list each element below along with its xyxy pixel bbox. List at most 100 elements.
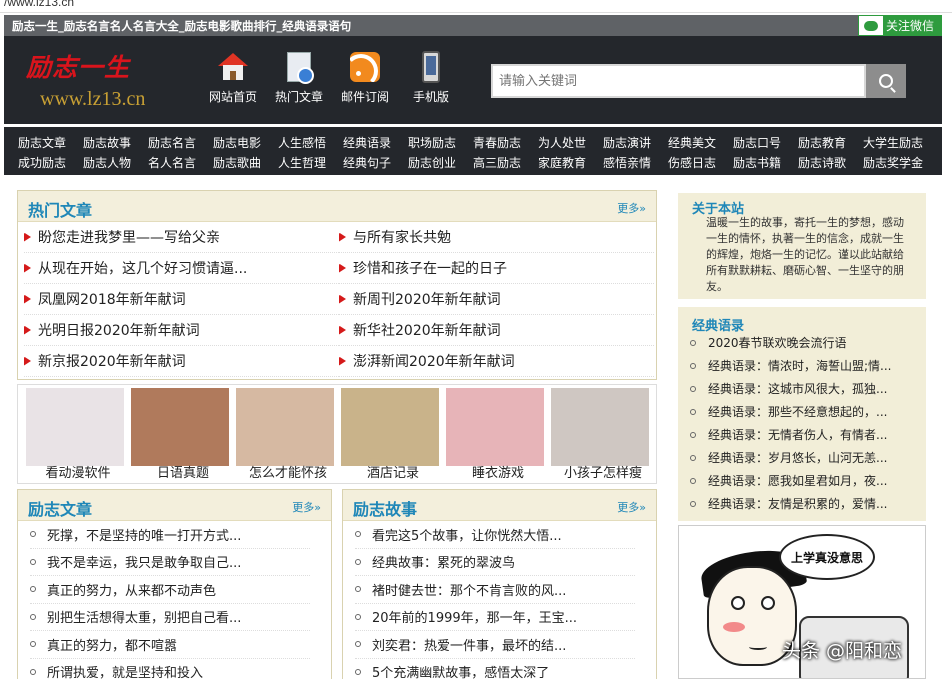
- watermark: 头条 @阳和恋: [782, 636, 902, 663]
- gallery-thumbnail: [26, 388, 124, 466]
- header: 励志一生 www.lz13.cn 网站首页 热门文章 邮件订阅 手机版: [4, 36, 942, 124]
- red-arrow-icon: [339, 264, 346, 273]
- inspire-stories-panel: 励志故事 更多» 看完这5个故事，让你恍然大悟...经典故事：累死的翠波鸟褚时健…: [342, 489, 657, 679]
- quote-title: 经典语录：无情者伤人，有情者...: [708, 426, 887, 443]
- category-link[interactable]: 名人名言: [148, 154, 213, 174]
- category-link[interactable]: 为人处世: [538, 134, 603, 154]
- nav-mobile[interactable]: 手机版: [398, 50, 464, 105]
- inspire-story-item[interactable]: 褚时健去世：那个不肯言败的风...: [355, 576, 635, 604]
- quote-title: 经典语录：友情是积累的，爱情...: [708, 495, 887, 512]
- nav-hot-articles[interactable]: 热门文章: [266, 50, 332, 105]
- inspire-article-item[interactable]: 所谓执爱，就是坚持和投入: [30, 659, 310, 679]
- category-link[interactable]: 励志口号: [733, 134, 798, 154]
- inspire-story-item-title: 20年前的1999年，那一年，王宝...: [372, 607, 577, 626]
- inspire-story-item[interactable]: 经典故事：累死的翠波鸟: [355, 549, 635, 577]
- category-link[interactable]: 人生哲理: [278, 154, 343, 174]
- nav-home-label: 网站首页: [200, 88, 266, 105]
- quote-item[interactable]: 经典语录：岁月悠长，山河无恙...: [690, 446, 920, 469]
- hot-article-title: 光明日报2020年新年献词: [38, 320, 200, 340]
- hot-article-item[interactable]: 光明日报2020年新年献词: [24, 315, 339, 346]
- category-link[interactable]: 励志人物: [83, 154, 148, 174]
- follow-wechat-label: 关注微信: [886, 17, 934, 34]
- category-link[interactable]: 人生感悟: [278, 134, 343, 154]
- category-link[interactable]: 家庭教育: [538, 154, 603, 174]
- quote-item[interactable]: 经典语录：愿我如星君如月，夜...: [690, 469, 920, 492]
- category-link[interactable]: 励志演讲: [603, 134, 668, 154]
- hot-article-title: 新周刊2020年新年献词: [353, 289, 501, 309]
- follow-wechat-button[interactable]: 关注微信: [858, 15, 942, 36]
- gallery-item[interactable]: 小孩子怎样瘦: [551, 385, 655, 483]
- hot-more-link[interactable]: 更多»: [617, 200, 646, 216]
- inspire-story-item[interactable]: 看完这5个故事，让你恍然大悟...: [355, 521, 635, 549]
- hot-article-item[interactable]: 新周刊2020年新年献词: [339, 284, 654, 315]
- quote-item[interactable]: 经典语录：友情是积累的，爱情...: [690, 492, 920, 515]
- hot-article-item[interactable]: 新华社2020年新年献词: [339, 315, 654, 346]
- category-link[interactable]: 励志诗歌: [798, 154, 863, 174]
- gallery-item[interactable]: 酒店记录: [341, 385, 445, 483]
- nav-home[interactable]: 网站首页: [200, 50, 266, 105]
- quote-item[interactable]: 2020春节联欢晚会流行语: [690, 331, 920, 354]
- site-logo[interactable]: 励志一生 www.lz13.cn: [26, 48, 176, 116]
- inspire-article-item[interactable]: 真正的努力，从来都不动声色: [30, 576, 310, 604]
- icon-nav: 网站首页 热门文章 邮件订阅 手机版: [200, 50, 464, 105]
- inspire-story-item[interactable]: 20年前的1999年，那一年，王宝...: [355, 604, 635, 632]
- category-link[interactable]: 经典美文: [668, 134, 733, 154]
- category-link[interactable]: 经典句子: [343, 154, 408, 174]
- inspire-story-item[interactable]: 刘奕君：热爱一件事，最坏的结...: [355, 631, 635, 659]
- category-link[interactable]: 励志电影: [213, 134, 278, 154]
- category-link[interactable]: 高三励志: [473, 154, 538, 174]
- category-link[interactable]: 励志故事: [83, 134, 148, 154]
- category-link[interactable]: 感悟亲情: [603, 154, 668, 174]
- circle-bullet-icon: [30, 586, 36, 592]
- inspire-story-item-title: 看完这5个故事，让你恍然大悟...: [372, 525, 562, 544]
- hot-article-item[interactable]: 珍惜和孩子在一起的日子: [339, 253, 654, 284]
- category-link[interactable]: 经典语录: [343, 134, 408, 154]
- category-link[interactable]: 成功励志: [18, 154, 83, 174]
- hot-article-item[interactable]: 与所有家长共勉: [339, 222, 654, 253]
- category-link[interactable]: 励志教育: [798, 134, 863, 154]
- image-gallery: 看动漫软件日语真题怎么才能怀孩酒店记录睡衣游戏小孩子怎样瘦: [17, 384, 657, 484]
- inspire-article-item[interactable]: 我不是幸运，我只是敢争取自己...: [30, 549, 310, 577]
- inspire-article-item[interactable]: 死撑，不是坚持的唯一打开方式...: [30, 521, 310, 549]
- gallery-item[interactable]: 看动漫软件: [26, 385, 130, 483]
- category-link[interactable]: 青春励志: [473, 134, 538, 154]
- about-text: 温暖一生的故事，寄托一生的梦想，感动一生的情怀，执著一生的信念，成就一生的辉煌，…: [706, 215, 906, 295]
- hot-article-item[interactable]: 凤凰网2018年新年献词: [24, 284, 339, 315]
- quote-item[interactable]: 经典语录：情浓时，海誓山盟;情...: [690, 354, 920, 377]
- inspire-story-item-title: 5个充满幽默故事，感悟太深了: [372, 662, 549, 679]
- category-link[interactable]: 伤感日志: [668, 154, 733, 174]
- hot-article-item[interactable]: 从现在开始，这几个好习惯请逼...: [24, 253, 339, 284]
- circle-bullet-icon: [355, 641, 361, 647]
- circle-bullet-icon: [690, 363, 696, 369]
- hot-article-item[interactable]: 盼您走进我梦里——写给父亲: [24, 222, 339, 253]
- inspire-more-link[interactable]: 更多»: [292, 499, 321, 515]
- search-input[interactable]: [491, 64, 866, 98]
- inspire-article-item[interactable]: 别把生活想得太重，别把自己看...: [30, 604, 310, 632]
- nav-email-subscribe[interactable]: 邮件订阅: [332, 50, 398, 105]
- search-button[interactable]: [866, 64, 906, 98]
- category-link[interactable]: 励志歌曲: [213, 154, 278, 174]
- quote-item[interactable]: 经典语录：无情者伤人，有情者...: [690, 423, 920, 446]
- category-link[interactable]: 励志文章: [18, 134, 83, 154]
- category-link[interactable]: 大学生励志: [863, 134, 928, 154]
- quote-item[interactable]: 经典语录：这城市风很大，孤独...: [690, 377, 920, 400]
- stories-more-link[interactable]: 更多»: [617, 499, 646, 515]
- inspire-story-item[interactable]: 5个充满幽默故事，感悟太深了: [355, 659, 635, 679]
- category-link[interactable]: 励志书籍: [733, 154, 798, 174]
- gallery-item[interactable]: 日语真题: [131, 385, 235, 483]
- category-link[interactable]: 励志创业: [408, 154, 473, 174]
- gallery-item[interactable]: 睡衣游戏: [446, 385, 550, 483]
- hot-article-item[interactable]: 澎湃新闻2020年新年献词: [339, 346, 654, 377]
- category-link[interactable]: 励志名言: [148, 134, 213, 154]
- gallery-item[interactable]: 怎么才能怀孩: [236, 385, 340, 483]
- hot-article-item[interactable]: 新京报2020年新年献词: [24, 346, 339, 377]
- quote-item[interactable]: 经典语录：那些不经意想起的，...: [690, 400, 920, 423]
- category-link[interactable]: 职场励志: [408, 134, 473, 154]
- hot-article-title: 从现在开始，这几个好习惯请逼...: [38, 258, 247, 278]
- category-link[interactable]: 励志奖学金: [863, 154, 928, 174]
- comic-cheek: [723, 622, 745, 632]
- wechat-icon: [859, 16, 883, 35]
- inspire-article-item[interactable]: 真正的努力，都不喧嚣: [30, 631, 310, 659]
- red-arrow-icon: [24, 357, 31, 366]
- browser-url-bar[interactable]: /www.lz13.cn: [0, 0, 952, 13]
